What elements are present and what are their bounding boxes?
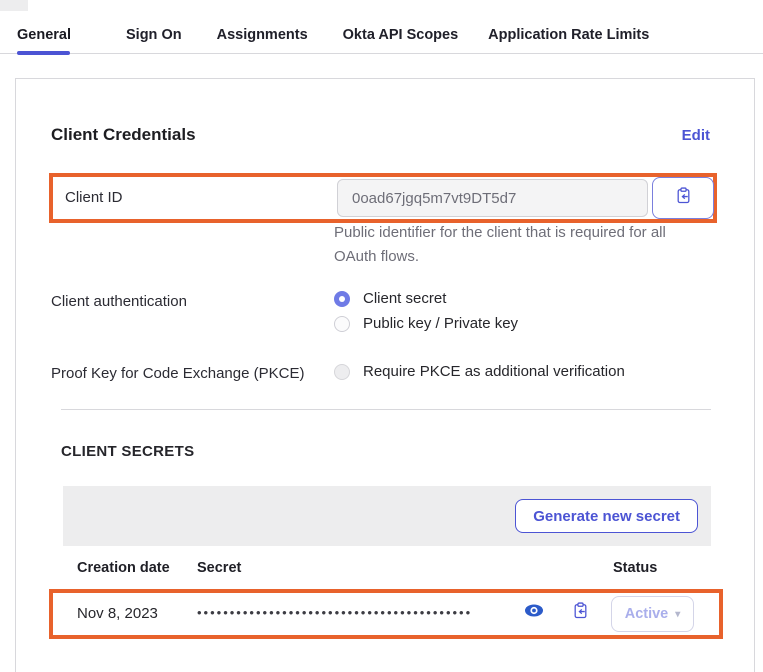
radio-option-client-secret[interactable]: Client secret: [334, 290, 446, 307]
client-authentication-label: Client authentication: [51, 293, 187, 310]
clipboard-copy-icon: [675, 187, 692, 209]
active-tab-indicator: [17, 51, 70, 55]
radio-option-label: Client secret: [363, 290, 446, 307]
secret-row-highlight-box: Nov 8, 2023 ••••••••••••••••••••••••••••…: [49, 589, 723, 639]
radio-unselected-icon[interactable]: [334, 316, 350, 332]
tab-assignments[interactable]: Assignments: [217, 27, 308, 43]
tab-okta-api-scopes[interactable]: Okta API Scopes: [343, 27, 459, 43]
column-header-status: Status: [613, 560, 657, 576]
pkce-label: Proof Key for Code Exchange (PKCE): [51, 365, 304, 382]
reveal-secret-button[interactable]: [523, 604, 545, 622]
client-secrets-toolbar: Generate new secret: [63, 486, 711, 546]
generate-new-secret-button[interactable]: Generate new secret: [515, 499, 698, 533]
client-id-label: Client ID: [65, 189, 123, 206]
tab-list: General Sign On Assignments Okta API Sco…: [17, 27, 649, 43]
radio-option-label: Public key / Private key: [363, 315, 518, 332]
copy-client-id-button[interactable]: [652, 177, 714, 219]
column-header-secret: Secret: [197, 560, 241, 576]
status-dropdown-button[interactable]: Active ▾: [611, 596, 694, 632]
app-tab-bar: General Sign On Assignments Okta API Sco…: [0, 0, 763, 54]
edit-link[interactable]: Edit: [682, 127, 710, 144]
secret-creation-date: Nov 8, 2023: [77, 605, 158, 622]
client-id-help-text: Public identifier for the client that is…: [334, 221, 679, 269]
status-label: Active: [625, 606, 669, 622]
radio-option-public-private-key[interactable]: Public key / Private key: [334, 315, 518, 332]
radio-selected-icon[interactable]: [334, 291, 350, 307]
general-settings-card: Client Credentials Edit Client ID Public…: [15, 78, 755, 672]
client-secrets-title: CLIENT SECRETS: [61, 443, 194, 460]
tab-general[interactable]: General: [17, 27, 71, 43]
tab-application-rate-limits[interactable]: Application Rate Limits: [488, 27, 649, 43]
checkbox-unchecked-icon[interactable]: [334, 364, 350, 380]
masked-secret-value: ••••••••••••••••••••••••••••••••••••••••…: [197, 605, 472, 620]
chevron-down-icon: ▾: [675, 609, 680, 620]
pkce-checkbox-option[interactable]: Require PKCE as additional verification: [334, 363, 625, 380]
column-header-creation-date: Creation date: [77, 560, 170, 576]
client-id-highlight-box: Client ID: [49, 173, 717, 223]
clipboard-copy-icon: [572, 602, 589, 624]
pkce-option-label: Require PKCE as additional verification: [363, 363, 625, 380]
copy-secret-button[interactable]: [570, 603, 590, 623]
client-id-input[interactable]: [337, 179, 648, 217]
tab-sign-on[interactable]: Sign On: [126, 27, 182, 43]
section-divider: [61, 409, 711, 410]
client-credentials-title: Client Credentials: [51, 125, 196, 145]
eye-icon: [524, 603, 544, 623]
